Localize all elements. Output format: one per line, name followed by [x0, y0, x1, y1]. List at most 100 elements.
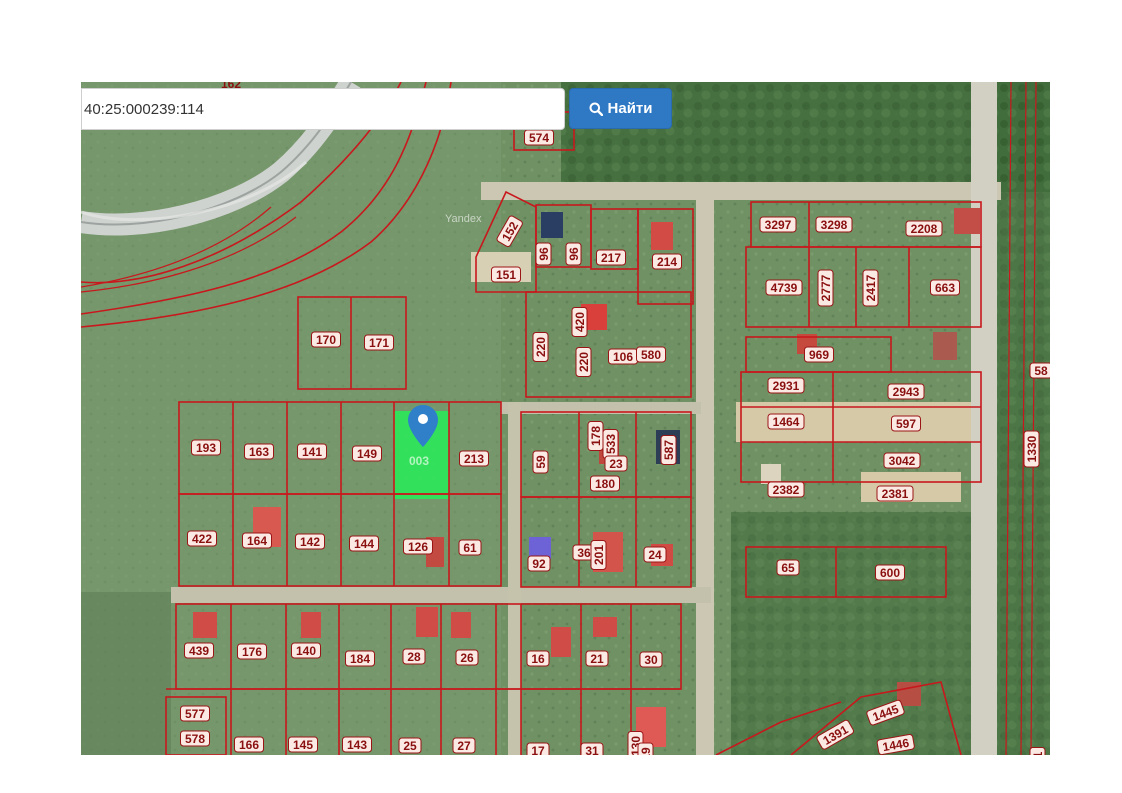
plot-number-label[interactable]: 140 [291, 642, 321, 659]
plot-number-label[interactable]: 163 [244, 443, 274, 460]
plot-number-label[interactable]: 1330 [1023, 430, 1040, 468]
plot-number-label[interactable]: 58 [1029, 362, 1050, 379]
plot-number-label[interactable]: 533 [602, 429, 619, 459]
plot-number-label[interactable]: 149 [352, 445, 382, 462]
plot-number-label[interactable]: 2777 [817, 269, 834, 307]
plot-number-label[interactable]: 201 [590, 540, 607, 570]
plot-number-label[interactable]: 65 [776, 559, 800, 576]
plot-number-label[interactable]: 143 [342, 736, 372, 753]
plot-number: 30 [644, 653, 658, 667]
plot-number-label[interactable]: 2417 [862, 269, 879, 307]
plot-number: 3297 [765, 218, 792, 232]
plot-number-label[interactable]: 180 [590, 475, 620, 492]
plot-number-label[interactable]: 420 [571, 307, 588, 337]
plot-number: 92 [532, 557, 546, 571]
plot-number-label[interactable]: 30 [639, 651, 663, 668]
plot-number: 420 [573, 312, 587, 332]
plot-number-label[interactable]: 193 [191, 439, 221, 456]
plot-number: 140 [296, 644, 316, 658]
plot-number-label[interactable]: 19 [637, 742, 654, 755]
plot-number-label[interactable]: 28 [402, 648, 426, 665]
plot-number-label[interactable]: 145 [288, 736, 318, 753]
plot-number-label[interactable]: 151 [491, 266, 521, 283]
plot-number: 3042 [889, 454, 916, 468]
plot-number-label[interactable]: 178 [587, 421, 604, 451]
plot-number-label[interactable]: 166 [234, 736, 264, 753]
plot-number: 26 [460, 651, 474, 665]
plot-number-label[interactable]: 59 [532, 450, 549, 474]
plot-number-label[interactable]: 170 [311, 331, 341, 348]
find-button[interactable]: Найти [569, 88, 672, 129]
plot-number-label[interactable]: 171 [364, 334, 394, 351]
plot-number: 214 [657, 255, 677, 269]
plot-number: 663 [935, 281, 955, 295]
plot-number-label[interactable]: 184 [345, 650, 375, 667]
plot-number-label[interactable]: 25 [398, 737, 422, 754]
plot-number: 2931 [773, 379, 800, 393]
plot-number-label[interactable]: 96 [565, 242, 582, 266]
plot-number-label[interactable]: 16 [526, 650, 550, 667]
plot-number: 27 [457, 739, 471, 753]
plot-number-label[interactable]: 141 [297, 443, 327, 460]
plot-number-label[interactable]: 969 [804, 346, 834, 363]
plot-number: 422 [192, 532, 212, 546]
plot-number-label[interactable]: 220 [575, 347, 592, 377]
plot-number-label[interactable]: 422 [187, 530, 217, 547]
plot-number-label[interactable]: 1464 [767, 413, 805, 430]
plot-number-label[interactable]: 3042 [883, 452, 921, 469]
plot-number-label[interactable]: 2931 [767, 377, 805, 394]
plot-number: 178 [589, 426, 603, 446]
plot-number: 577 [185, 707, 205, 721]
satellite-map-layer[interactable]: 57415296 96 217 214151420220220 106 580170 171… [81, 82, 1050, 755]
plot-number: 31 [585, 744, 599, 755]
plot-number-label[interactable]: 24 [643, 546, 667, 563]
selected-plot-label: 003 [409, 454, 429, 468]
plot-number-label[interactable]: 574 [524, 129, 554, 146]
plot-number-label[interactable]: 92 [527, 555, 551, 572]
plot-number-label[interactable]: 600 [875, 564, 905, 581]
plot-number-label[interactable]: 31 [580, 742, 604, 755]
plot-number-label[interactable]: 577 [180, 705, 210, 722]
cadastral-map[interactable]: 574 152 96 96 217 214 151 420 220 220 106 580 170 171… [81, 82, 1050, 755]
plot-number-label[interactable]: 164 [242, 532, 272, 549]
cadastral-number-search-input[interactable] [81, 88, 565, 130]
plot-number: 4739 [771, 281, 798, 295]
plot-number: 16 [531, 652, 545, 666]
plot-number-label[interactable]: 3298 [815, 216, 853, 233]
plot-number: 1330 [1025, 435, 1039, 462]
plot-number: 164 [247, 534, 267, 548]
plot-number: 597 [896, 417, 916, 431]
plot-number-label[interactable]: 1 [1029, 747, 1046, 756]
plot-number-label[interactable]: 2382 [767, 481, 805, 498]
plot-number-label[interactable]: 23 [604, 455, 628, 472]
plot-number-label[interactable]: 439 [184, 642, 214, 659]
plot-number-label[interactable]: 126 [403, 538, 433, 555]
plot-number-label[interactable]: 3297 [759, 216, 797, 233]
plot-number-label[interactable]: 2208 [905, 220, 943, 237]
plot-number: 61 [463, 541, 477, 555]
plot-number: 439 [189, 644, 209, 658]
plot-number-label[interactable]: 213 [459, 450, 489, 467]
plot-number-label[interactable]: 597 [891, 415, 921, 432]
plot-number-label[interactable]: 578 [180, 730, 210, 747]
plot-number-label[interactable]: 176 [237, 643, 267, 660]
plot-number: 213 [464, 452, 484, 466]
plot-number-label[interactable]: 142 [295, 533, 325, 550]
plot-number-label[interactable]: 2943 [887, 383, 925, 400]
plot-number-label[interactable]: 587 [660, 435, 677, 465]
plot-number-label[interactable]: 96 [535, 242, 552, 266]
plot-number-label[interactable]: 106 [608, 348, 638, 365]
plot-number-label[interactable]: 663 [930, 279, 960, 296]
plot-number-label[interactable]: 4739 [765, 279, 803, 296]
plot-number-label[interactable]: 2381 [876, 485, 914, 502]
plot-number-label[interactable]: 61 [458, 539, 482, 556]
plot-number-label[interactable]: 17 [526, 742, 550, 755]
plot-number-label[interactable]: 580 [636, 346, 666, 363]
plot-number-label[interactable]: 26 [455, 649, 479, 666]
plot-number-label[interactable]: 217 [596, 249, 626, 266]
plot-number-label[interactable]: 21 [585, 650, 609, 667]
plot-number-label[interactable]: 144 [349, 535, 379, 552]
plot-number-label[interactable]: 214 [652, 253, 682, 270]
plot-number-label[interactable]: 220 [532, 332, 549, 362]
plot-number-label[interactable]: 27 [452, 737, 476, 754]
